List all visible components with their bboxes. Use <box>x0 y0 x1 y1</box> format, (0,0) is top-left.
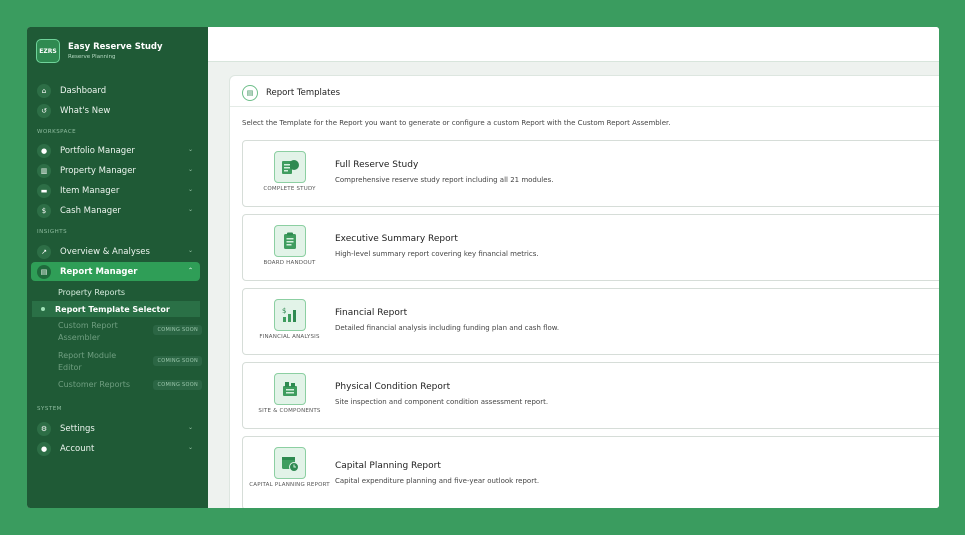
building-icon: ▥ <box>37 163 51 178</box>
nav-property-manager[interactable]: ▥ Property Manager ⌄ <box>31 161 200 180</box>
sub-report-module-editor[interactable]: Report Module Editor <box>58 349 138 375</box>
card-tag: COMPLETE STUDY <box>263 186 316 192</box>
sub-property-reports[interactable]: Property Reports <box>58 284 200 300</box>
nav-property-label: Property Manager <box>60 165 136 176</box>
sub-report-template-selector[interactable]: Report Template Selector <box>32 301 200 317</box>
chevron-down-icon: ⌄ <box>187 146 193 153</box>
sub-custom-assembler-label: Custom Report Assembler <box>58 321 118 342</box>
nav-whats-new-label: What's New <box>60 105 111 116</box>
card-description: High-level summary report covering key f… <box>335 250 539 258</box>
calendar-clock-icon <box>274 447 306 479</box>
card-tag: SITE & COMPONENTS <box>258 408 321 414</box>
template-card-executive-summary[interactable]: BOARD HANDOUT Executive Summary Report H… <box>242 214 939 281</box>
sub-custom-report-assembler[interactable]: Custom Report Assembler <box>58 319 138 345</box>
divider <box>230 106 939 107</box>
chevron-down-icon: ⌄ <box>187 166 193 173</box>
card-title: Capital Planning Report <box>335 461 441 471</box>
card-tag: FINANCIAL ANALYSIS <box>259 334 320 340</box>
brand-name: Easy Reserve Study <box>68 41 163 52</box>
nav-dashboard[interactable]: ⌂ Dashboard <box>31 81 200 100</box>
nav-account[interactable]: ● Account ⌄ <box>31 439 200 458</box>
nav-cash-manager[interactable]: $ Cash Manager ⌄ <box>31 201 200 220</box>
sub-customer-reports-label: Customer Reports <box>58 380 131 389</box>
cash-icon: $ <box>37 203 51 218</box>
panel-description: Select the Template for the Report you w… <box>242 119 671 127</box>
chart-icon: ↗ <box>37 244 51 259</box>
complete-study-icon <box>274 151 306 183</box>
user-icon: ● <box>37 441 51 456</box>
nav-account-label: Account <box>60 443 95 454</box>
nav-overview-analyses[interactable]: ↗ Overview & Analyses ⌄ <box>31 242 200 261</box>
sub-module-editor-label: Report Module Editor <box>58 351 117 372</box>
coming-soon-badge: COMING SOON <box>153 380 202 390</box>
nav-settings-label: Settings <box>60 423 95 434</box>
nav-settings[interactable]: ⚙ Settings ⌄ <box>31 419 200 438</box>
active-dot-icon <box>41 307 45 311</box>
nav-portfolio-label: Portfolio Manager <box>60 145 135 156</box>
panel-title: Report Templates <box>266 88 341 98</box>
card-tag: BOARD HANDOUT <box>263 260 316 266</box>
template-card-full-reserve-study[interactable]: COMPLETE STUDY Full Reserve Study Compre… <box>242 140 939 207</box>
report-icon: ▤ <box>242 85 258 101</box>
main-content: ▤ Report Templates Select the Template f… <box>208 27 939 508</box>
chevron-down-icon: ⌄ <box>187 424 193 431</box>
chevron-down-icon: ⌄ <box>187 186 193 193</box>
template-card-capital-planning[interactable]: CAPITAL PLANNING REPORT Capital Planning… <box>242 436 939 508</box>
section-system: SYSTEM <box>37 406 62 412</box>
report-icon: ▤ <box>37 264 51 279</box>
nav-report-manager-label: Report Manager <box>60 266 138 277</box>
coming-soon-badge: COMING SOON <box>153 356 202 366</box>
brand-tagline: Reserve Planning <box>68 53 116 60</box>
clipboard-icon <box>274 225 306 257</box>
couch-icon: ▬ <box>37 183 51 198</box>
chevron-down-icon: ⌄ <box>187 444 193 451</box>
nav-report-manager[interactable]: ▤ Report Manager ⌃ <box>31 262 200 281</box>
card-description: Comprehensive reserve study report inclu… <box>335 176 554 184</box>
chevron-up-icon: ⌃ <box>187 267 193 274</box>
template-card-financial-report[interactable]: $ FINANCIAL ANALYSIS Financial Report De… <box>242 288 939 355</box>
chevron-down-icon: ⌄ <box>187 247 193 254</box>
app-window: EZRS Easy Reserve Study Reserve Planning… <box>27 27 939 508</box>
history-icon: ↺ <box>37 103 51 118</box>
card-title: Financial Report <box>335 308 408 318</box>
sidebar: EZRS Easy Reserve Study Reserve Planning… <box>27 27 208 508</box>
home-icon: ⌂ <box>37 83 51 98</box>
brand[interactable]: EZRS Easy Reserve Study Reserve Planning <box>36 39 163 63</box>
brand-logo: EZRS <box>36 39 60 63</box>
gear-icon: ⚙ <box>37 421 51 436</box>
card-title: Executive Summary Report <box>335 234 458 244</box>
site-components-icon <box>274 373 306 405</box>
chevron-down-icon: ⌄ <box>187 206 193 213</box>
card-title: Physical Condition Report <box>335 382 451 392</box>
financial-chart-icon: $ <box>274 299 306 331</box>
nav-cash-label: Cash Manager <box>60 205 121 216</box>
template-card-physical-condition[interactable]: SITE & COMPONENTS Physical Condition Rep… <box>242 362 939 429</box>
card-description: Site inspection and component condition … <box>335 398 549 406</box>
sub-property-reports-label: Property Reports <box>58 287 126 297</box>
nav-item-manager[interactable]: ▬ Item Manager ⌄ <box>31 181 200 200</box>
nav-dashboard-label: Dashboard <box>60 85 107 96</box>
nav-whats-new[interactable]: ↺ What's New <box>31 101 200 120</box>
card-tag: CAPITAL PLANNING REPORT <box>249 482 330 488</box>
card-title: Full Reserve Study <box>335 160 419 170</box>
svg-text:$: $ <box>282 307 286 315</box>
nav-portfolio-manager[interactable]: ● Portfolio Manager ⌄ <box>31 141 200 160</box>
top-bar <box>208 27 939 62</box>
panel-header: ▤ Report Templates <box>242 85 340 101</box>
report-templates-panel: ▤ Report Templates Select the Template f… <box>229 75 939 508</box>
card-description: Capital expenditure planning and five-ye… <box>335 477 540 485</box>
sub-template-selector-label: Report Template Selector <box>55 304 170 314</box>
nav-overview-label: Overview & Analyses <box>60 246 150 257</box>
card-description: Detailed financial analysis including fu… <box>335 324 560 332</box>
section-insights: INSIGHTS <box>37 229 68 235</box>
map-pin-icon: ● <box>37 143 51 158</box>
nav-item-label: Item Manager <box>60 185 120 196</box>
section-workspace: WORKSPACE <box>37 129 77 135</box>
coming-soon-badge: COMING SOON <box>153 325 202 335</box>
